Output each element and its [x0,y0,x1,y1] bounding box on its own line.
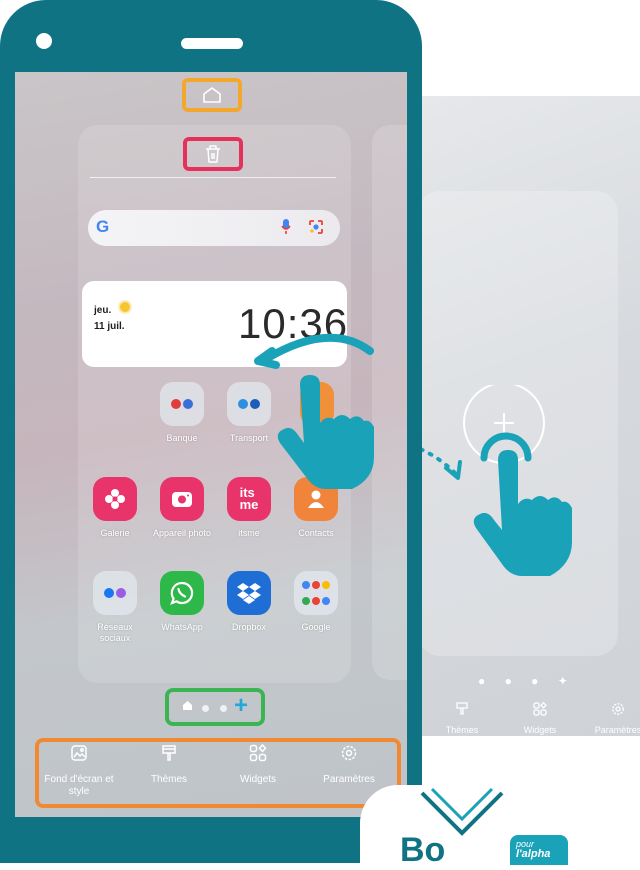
app-reseaux-sociaux[interactable]: Réseaux sociaux [80,571,150,644]
app-dropbox[interactable]: Dropbox [214,571,284,633]
app-banque[interactable]: Banque [147,382,217,444]
set-home-page-button[interactable] [182,78,242,112]
camera-icon [160,477,204,521]
sun-icon [120,302,130,312]
tap-hand-icon [473,432,572,576]
menu-themes[interactable]: Thèmes [125,744,213,786]
wallpaper-icon [35,744,123,762]
menu-settings[interactable]: Paramètres [305,744,393,786]
swipe-hand-icon [254,333,374,489]
reseaux-folder-icon [93,571,137,615]
page-indicator-home-icon [183,701,192,712]
page-indicator[interactable] [165,688,265,726]
logo-text: Bo [400,831,446,869]
clock-day: jeu. [94,305,112,316]
logo-badge: pour l'alpha [510,835,568,865]
mic-icon[interactable] [281,218,291,236]
settings-icon [305,744,393,762]
galerie-icon [93,477,137,521]
whatsapp-icon [160,571,204,615]
widgets-icon [214,744,302,762]
add-page-plus-icon[interactable]: + [234,694,248,718]
google-search-bar[interactable] [88,210,340,246]
banque-folder-icon [160,382,204,426]
app-whatsapp[interactable]: WhatsApp [147,571,217,633]
ghost-menu-widgets: Widgets [500,701,580,735]
ghost-menu-settings: Paramètres [578,702,640,735]
trash-icon [206,145,220,163]
card-divider [90,177,336,178]
app-appareil-photo[interactable]: Appareil photo [147,477,217,539]
menu-wallpaper-style[interactable]: Fond d'écran et style [35,744,123,798]
google-lens-icon[interactable] [307,218,325,236]
brush-icon [125,744,213,762]
app-google[interactable]: Google [281,571,351,633]
brush-icon [422,702,502,719]
ghost-page-dots: ● ● ● ✦ [478,674,576,688]
google-folder-icon [294,571,338,615]
page-dot[interactable] [202,705,209,712]
delete-page-button[interactable] [183,137,243,171]
menu-widgets[interactable]: Widgets [214,744,302,786]
front-camera [36,33,52,49]
dropbox-icon [227,571,271,615]
brand-logo: Bo pour l'alpha [360,785,640,869]
clock-date: 11 juil. [94,321,125,332]
page-dot[interactable] [220,705,227,712]
home-icon [203,87,221,103]
speaker-slot [181,38,243,49]
widgets-icon [500,701,580,719]
app-galerie[interactable]: Galerie [80,477,150,539]
ghost-menu-themes: Thèmes [422,702,502,735]
settings-icon [578,702,640,719]
google-logo: G [96,217,110,236]
